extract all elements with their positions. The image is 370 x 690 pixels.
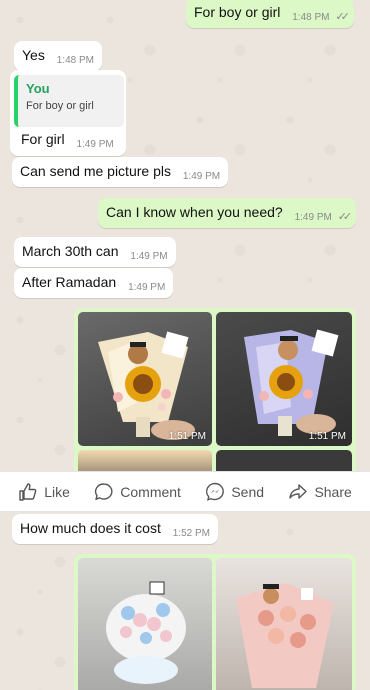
- reply-body: For girl 1:49 PM: [21, 131, 114, 150]
- message-text: For girl: [21, 131, 65, 147]
- message-text: Can send me picture pls: [20, 163, 171, 179]
- double-check-icon: ✓✓: [335, 11, 350, 23]
- message-time: 1:48 PM: [292, 12, 330, 23]
- message-text: For boy or girl: [194, 4, 281, 20]
- message-outgoing[interactable]: Can I know when you need? 1:49 PM ✓✓: [98, 198, 357, 228]
- like-button[interactable]: Like: [18, 482, 70, 502]
- quote-text: For boy or girl: [26, 100, 94, 112]
- like-label: Like: [44, 483, 70, 500]
- message-outgoing[interactable]: For boy or girl 1:48 PM ✓✓: [186, 0, 354, 28]
- message-text: How much does it cost: [20, 520, 161, 536]
- message-time: 1:49 PM: [182, 171, 221, 182]
- bouquet-photo[interactable]: 1:51 PM: [78, 312, 212, 446]
- blue-pink-bouquet-image: [106, 581, 186, 684]
- message-incoming[interactable]: Can send me picture pls 1:49 PM: [12, 157, 229, 187]
- comment-icon: [95, 482, 113, 500]
- message-time: 1:49 PM: [128, 282, 166, 293]
- chat-area-bottom: How much does it cost 1:52 PM: [0, 512, 370, 690]
- send-button[interactable]: Send: [205, 482, 264, 502]
- message-time: 1:49 PM: [130, 251, 168, 262]
- bouquet-photo-partial[interactable]: [216, 450, 352, 471]
- photo-album-outgoing[interactable]: 1:51 PM 1:51 PM: [74, 308, 356, 471]
- send-label: Send: [231, 483, 265, 500]
- message-time: 1:48 PM: [56, 55, 94, 66]
- message-text: Can I know when you need?: [106, 204, 283, 220]
- double-check-icon: ✓✓: [337, 211, 353, 223]
- quote-author: You: [26, 81, 50, 96]
- photo-album-outgoing[interactable]: [74, 554, 356, 690]
- pink-rose-bouquet-image: [236, 583, 334, 688]
- message-text: Yes: [22, 47, 45, 63]
- bouquet-photo[interactable]: 1:51 PM: [216, 312, 352, 446]
- sunflower-bouquet-image: [98, 331, 195, 440]
- message-incoming[interactable]: How much does it cost 1:52 PM: [12, 514, 218, 544]
- like-icon: [19, 482, 37, 501]
- share-label: Share: [314, 483, 352, 500]
- messenger-send-icon: [206, 482, 225, 501]
- message-time: 1:49 PM: [294, 212, 332, 223]
- comment-button[interactable]: Comment: [94, 482, 181, 502]
- message-time: 1:49 PM: [76, 139, 114, 150]
- message-time: 1:52 PM: [172, 528, 210, 539]
- photo-time: 1:51 PM: [308, 431, 346, 442]
- bouquet-photo-partial[interactable]: [78, 450, 212, 471]
- bouquet-photo[interactable]: [216, 558, 352, 690]
- message-incoming[interactable]: After Ramadan 1:49 PM: [14, 268, 174, 298]
- message-incoming[interactable]: Yes 1:48 PM: [14, 41, 102, 71]
- comment-label: Comment: [120, 483, 181, 500]
- photo-time: 1:51 PM: [168, 431, 206, 442]
- facebook-action-bar: Like Comment Send Share: [0, 471, 370, 512]
- message-text: March 30th can: [22, 243, 119, 259]
- message-text: After Ramadan: [22, 274, 117, 290]
- bouquet-photo[interactable]: [78, 558, 212, 690]
- share-icon: [289, 483, 308, 499]
- purple-bouquet-image: [244, 329, 339, 436]
- chat-area-top: For boy or girl 1:48 PM ✓✓ Yes 1:48 PM Y…: [0, 0, 370, 471]
- message-incoming[interactable]: March 30th can 1:49 PM: [14, 237, 176, 267]
- quoted-message[interactable]: You For boy or girl: [14, 75, 124, 127]
- share-button[interactable]: Share: [288, 482, 352, 502]
